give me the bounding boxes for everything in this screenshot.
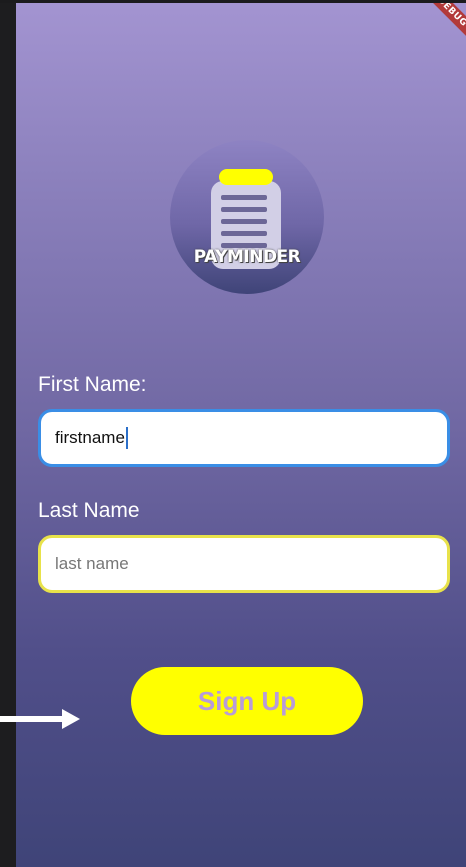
screen-frame: DEBUG PAYMINDER First Name: firstname La…: [0, 0, 466, 867]
signup-button[interactable]: Sign Up: [131, 667, 363, 735]
left-edge-bar: [0, 0, 16, 867]
last-name-label: Last Name: [38, 499, 140, 522]
clipboard-clip: [219, 169, 273, 185]
logo-text: PAYMINDER: [193, 247, 301, 267]
debug-banner: DEBUG: [418, 3, 466, 46]
clipboard-line: [221, 219, 267, 224]
clipboard-line: [221, 207, 267, 212]
text-caret: [125, 427, 128, 449]
first-name-field[interactable]: firstname: [38, 409, 450, 467]
last-name-placeholder: last name: [55, 554, 129, 573]
app-logo: PAYMINDER: [170, 140, 324, 294]
last-name-field[interactable]: last name: [38, 535, 450, 593]
app-screen: DEBUG PAYMINDER First Name: firstname La…: [16, 3, 466, 867]
clipboard-line: [221, 195, 267, 200]
arrow-right-icon: [0, 709, 80, 729]
first-name-label: First Name:: [38, 373, 147, 396]
clipboard-line: [221, 231, 267, 236]
first-name-value: firstname: [55, 428, 125, 447]
